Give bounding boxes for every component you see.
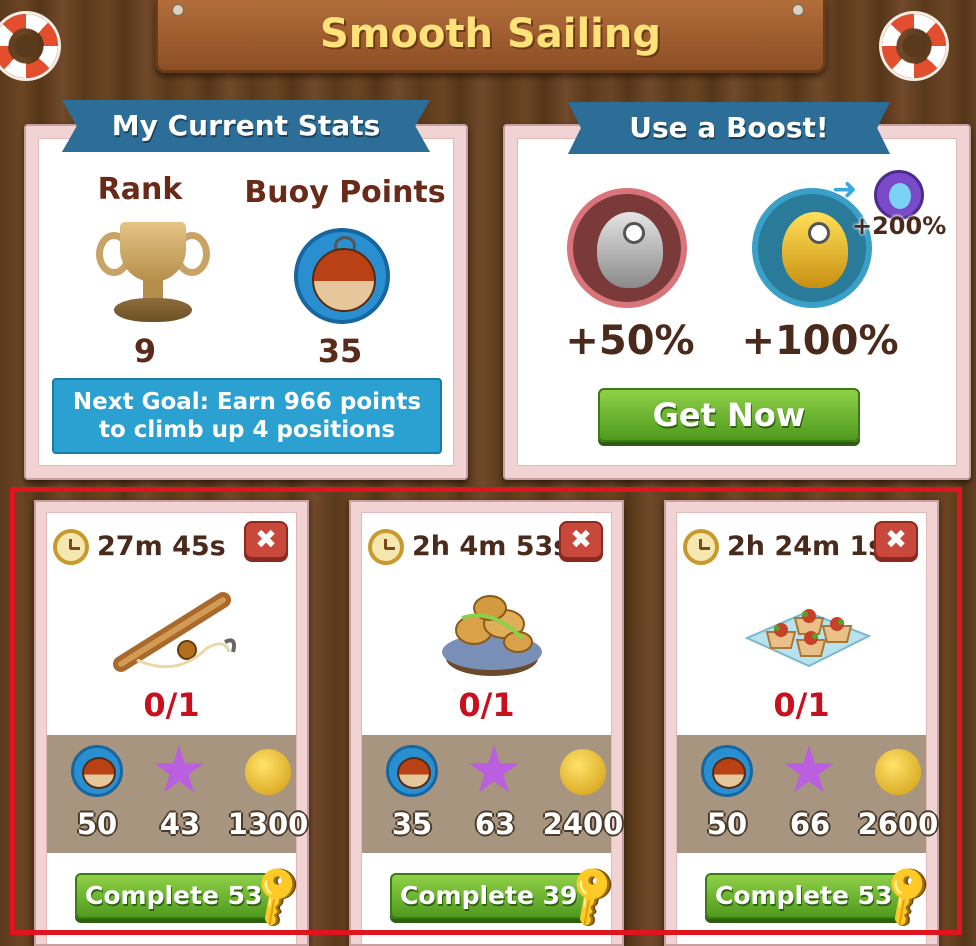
key-icon: 🔑 [554, 858, 629, 933]
rank-label: Rank [97, 172, 183, 207]
star-reward-value: 66 [789, 807, 831, 841]
next-goal-line2: to climb up 4 positions [98, 417, 396, 443]
task-card-inner: 2h 24m 1s ✖ 0/1 50 66 2600 Complete 53 🔑 [676, 512, 944, 944]
task-progress: 0/1 [458, 686, 515, 724]
buoy-points-label: Buoy Points [244, 175, 446, 210]
rewards-bar: 50 66 2600 [677, 735, 938, 853]
bird-eye [808, 222, 830, 244]
upgrade-percent: +200% [852, 212, 947, 240]
silver-boost-button[interactable] [567, 188, 687, 308]
key-icon: 🔑 [239, 858, 314, 933]
key-icon: 🔑 [869, 858, 944, 933]
task-timer: 2h 4m 53s [412, 531, 570, 562]
task-card-inner: 27m 45s ✖ 0/1 50 43 1300 Complete 53 🔑 [46, 512, 314, 944]
close-task-button[interactable]: ✖ [244, 521, 288, 559]
coins-reward-icon [875, 749, 921, 795]
coins-reward-value: 2600 [857, 807, 939, 841]
event-title: Smooth Sailing [155, 0, 826, 73]
buoy-reward-icon [71, 745, 123, 797]
buoy-icon [294, 228, 390, 324]
upgrade-arrow-icon: ➜ [832, 172, 858, 207]
coins-reward-value: 2400 [542, 807, 624, 841]
buoy-reward-value: 35 [391, 807, 433, 841]
spyglass-icon[interactable] [107, 578, 247, 683]
gold-boost-percent: +100% [741, 318, 899, 364]
close-task-button[interactable]: ✖ [559, 521, 603, 559]
close-task-button[interactable]: ✖ [874, 521, 918, 559]
task-timer: 2h 24m 1s [727, 531, 885, 562]
buoy-reward-icon [386, 745, 438, 797]
task-card-inner: 2h 4m 53s ✖ 0/1 35 63 2400 Complete 39 🔑 [361, 512, 629, 944]
clock-icon [53, 529, 89, 565]
get-now-button[interactable]: Get Now [598, 388, 860, 442]
star-reward-icon [784, 745, 834, 793]
clock-icon [368, 529, 404, 565]
task-progress: 0/1 [773, 686, 830, 724]
task-timer: 27m 45s [97, 531, 226, 562]
stats-heading: My Current Stats [62, 100, 430, 152]
coins-reward-icon [560, 749, 606, 795]
task-card: 2h 4m 53s ✖ 0/1 35 63 2400 Complete 39 🔑 [349, 500, 629, 946]
rewards-bar: 50 43 1300 [47, 735, 308, 853]
coins-reward-icon [245, 749, 291, 795]
next-goal-box: Next Goal: Earn 966 points to climb up 4… [52, 378, 442, 454]
boost-heading: Use a Boost! [568, 102, 890, 154]
tartlet-tray-icon[interactable] [737, 578, 877, 683]
trophy-stem [143, 280, 163, 300]
next-goal-line1: Next Goal: Earn 966 points [72, 389, 422, 415]
star-reward-icon [154, 745, 204, 793]
bread-basket-icon[interactable] [422, 578, 562, 683]
coins-reward-value: 1300 [227, 807, 309, 841]
buoy-reward-value: 50 [76, 807, 118, 841]
rewards-bar: 35 63 2400 [362, 735, 623, 853]
rank-value: 9 [133, 332, 157, 370]
buoy-points-value: 35 [317, 332, 363, 370]
lifebuoy-right-icon [882, 14, 946, 78]
clock-icon [683, 529, 719, 565]
lifebuoy-left-icon [0, 14, 58, 78]
star-reward-value: 63 [474, 807, 516, 841]
trophy-base [114, 298, 192, 322]
bird-eye [623, 222, 645, 244]
star-reward-icon [469, 745, 519, 793]
task-progress: 0/1 [143, 686, 200, 724]
task-card: 2h 24m 1s ✖ 0/1 50 66 2600 Complete 53 🔑 [664, 500, 944, 946]
buoy-reward-value: 50 [706, 807, 748, 841]
nail-icon [792, 4, 804, 16]
star-reward-value: 43 [159, 807, 201, 841]
nail-icon [172, 4, 184, 16]
silver-boost-percent: +50% [565, 318, 695, 364]
task-card: 27m 45s ✖ 0/1 50 43 1300 Complete 53 🔑 [34, 500, 314, 946]
buoy-reward-icon [701, 745, 753, 797]
